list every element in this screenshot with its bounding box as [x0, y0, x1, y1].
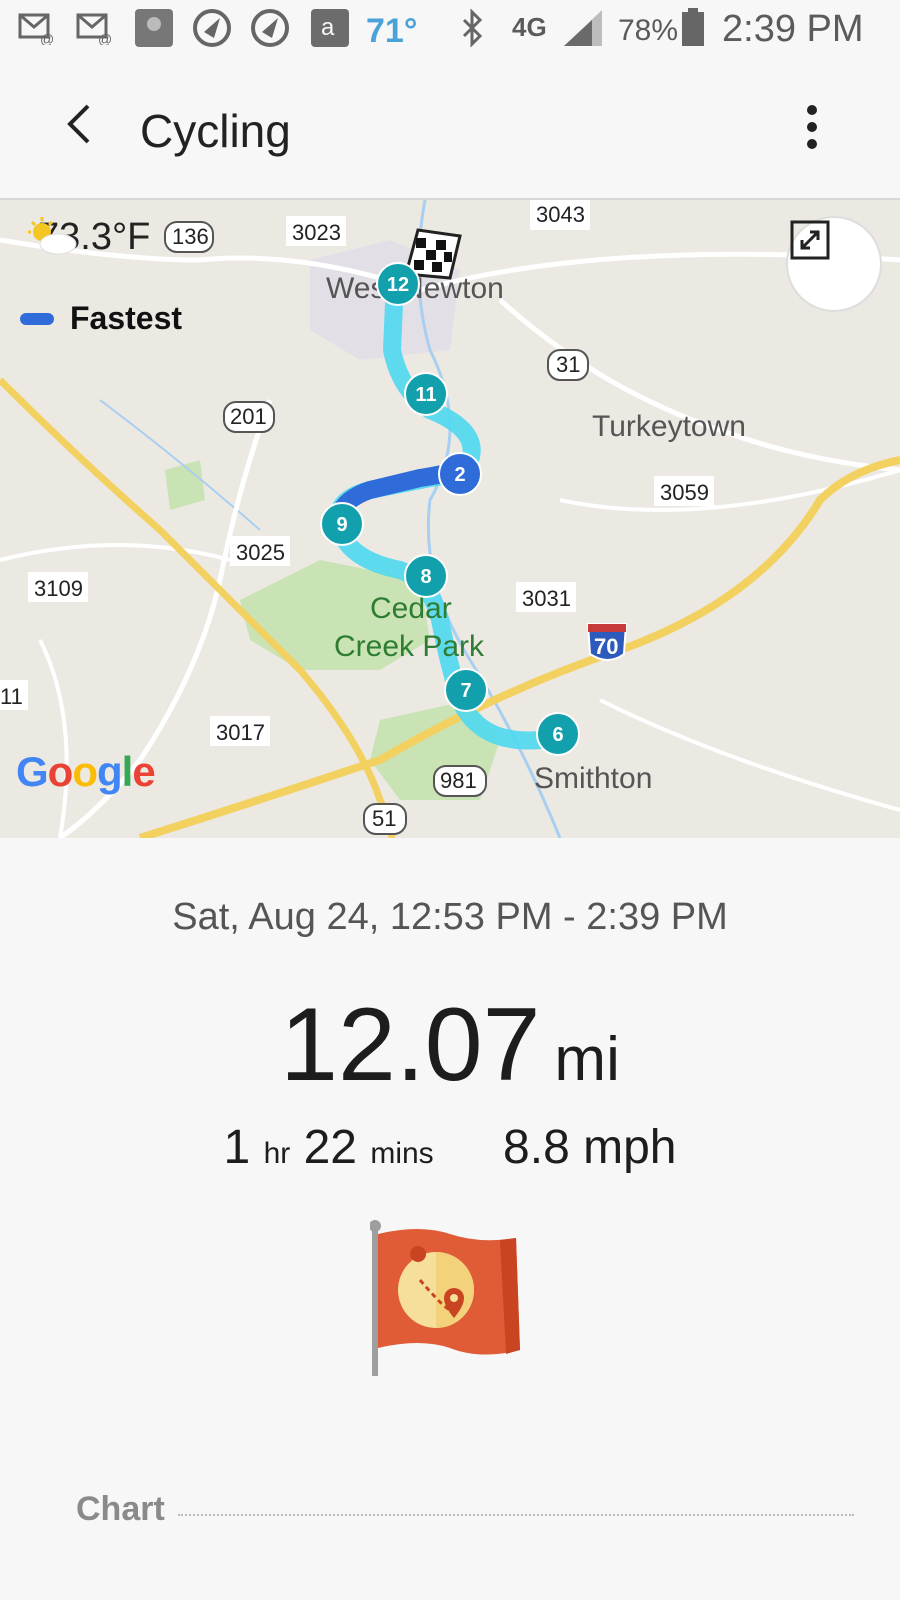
svg-text:a: a — [321, 14, 335, 41]
duration-hours: 1 — [223, 1121, 251, 1174]
google-logo: Google — [16, 748, 156, 795]
marker-label: 2 — [454, 464, 465, 486]
expand-map-button[interactable] — [786, 216, 882, 312]
place-label: Creek Park — [334, 630, 485, 663]
back-arrow-icon[interactable] — [58, 102, 102, 146]
duration-hours-unit: hr — [263, 1137, 291, 1170]
distance: 12.07 mi — [0, 986, 900, 1105]
fastest-legend-swatch — [20, 312, 54, 325]
svg-text:@: @ — [98, 31, 112, 45]
marker-label: 9 — [336, 514, 347, 536]
road-label: 3059 — [660, 480, 709, 505]
distance-unit: mi — [554, 1025, 620, 1094]
email-notification-icon: @ — [76, 10, 114, 46]
weather-overlay: 73.3°F — [24, 216, 150, 259]
duration-minutes-unit: mins — [370, 1137, 434, 1170]
road-label: 136 — [172, 224, 209, 249]
app-icon — [250, 9, 290, 47]
place-label: Cedar — [370, 592, 452, 625]
distance-value: 12.07 — [280, 987, 541, 1103]
clock: 2:39 PM — [722, 8, 864, 50]
amazon-icon: a — [310, 9, 350, 47]
workout-datetime: Sat, Aug 24, 12:53 PM - 2:39 PM — [172, 896, 728, 938]
battery-icon — [680, 8, 706, 46]
chart-section-title: Chart — [76, 1490, 165, 1528]
road-label: 51 — [372, 806, 396, 831]
signal-icon — [562, 10, 604, 46]
sports-app-icon — [134, 9, 174, 47]
status-bar: @ @ a 71° 4G 78% 2:39 PM — [0, 0, 900, 62]
road-label: 3017 — [216, 720, 265, 745]
svg-text:@: @ — [40, 31, 54, 45]
interstate-shield-top — [588, 624, 626, 632]
duration-minutes: 22 — [303, 1121, 357, 1174]
road-label: 3023 — [292, 220, 341, 245]
route-legend: Fastest — [20, 300, 182, 337]
road-label: 70 — [594, 634, 618, 659]
network-type: 4G — [512, 12, 547, 42]
route-map[interactable]: 136 3023 3043 31 201 3059 3025 3031 3109… — [0, 200, 900, 838]
average-speed: 8.8 mph — [503, 1121, 677, 1174]
app-bar: Cycling — [0, 62, 900, 200]
road-label: 31 — [556, 352, 580, 377]
marker-label: 12 — [387, 274, 409, 296]
road-label: 3025 — [236, 540, 285, 565]
marker-label: 7 — [460, 680, 471, 702]
marker-label: 8 — [420, 566, 431, 588]
road-label: 981 — [440, 768, 477, 793]
road-label: 11 — [0, 684, 23, 709]
more-options-icon[interactable] — [802, 102, 822, 152]
app-icon — [192, 9, 232, 47]
road-label: 3109 — [34, 576, 83, 601]
road-label: 3031 — [522, 586, 571, 611]
bluetooth-icon — [458, 8, 488, 48]
weather-temperature: 71° — [366, 12, 418, 50]
map-labels: 136 3023 3043 31 201 3059 3025 3031 3109… — [0, 200, 746, 835]
legend-label: Fastest — [70, 300, 183, 336]
road-label: 201 — [230, 404, 267, 429]
route-achievement-flag-icon — [369, 1220, 530, 1380]
marker-label: 6 — [552, 724, 563, 746]
workout-stats: 1 hr 22 mins 8.8 mph — [0, 1120, 900, 1175]
page-title: Cycling — [140, 105, 291, 157]
place-label: Smithton — [534, 762, 652, 795]
place-label: Turkeytown — [592, 410, 746, 443]
marker-label: 11 — [415, 384, 436, 406]
road-label: 3043 — [536, 202, 585, 227]
email-notification-icon: @ — [18, 10, 56, 46]
section-divider — [178, 1514, 854, 1516]
battery-percent: 78% — [618, 14, 679, 47]
workout-summary: Sat, Aug 24, 12:53 PM - 2:39 PM 12.07 mi … — [0, 838, 900, 1600]
